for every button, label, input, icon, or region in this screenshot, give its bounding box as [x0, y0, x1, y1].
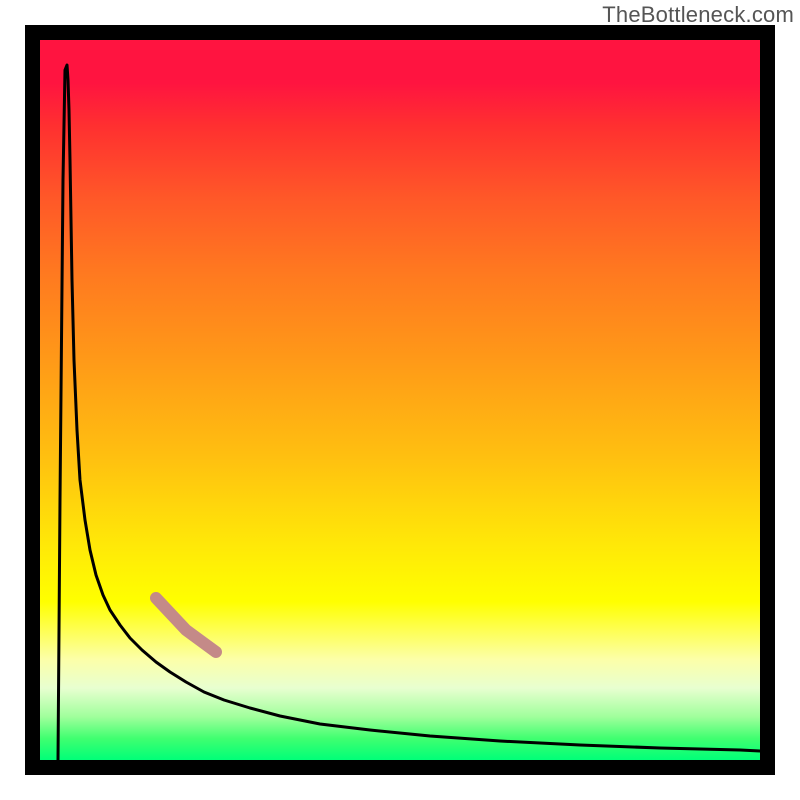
main-curve — [58, 65, 760, 760]
highlight-segment — [156, 598, 216, 652]
chart-container: TheBottleneck.com — [0, 0, 800, 800]
plot-area — [40, 40, 760, 760]
curve-layer — [40, 40, 760, 760]
chart-frame — [25, 25, 775, 775]
